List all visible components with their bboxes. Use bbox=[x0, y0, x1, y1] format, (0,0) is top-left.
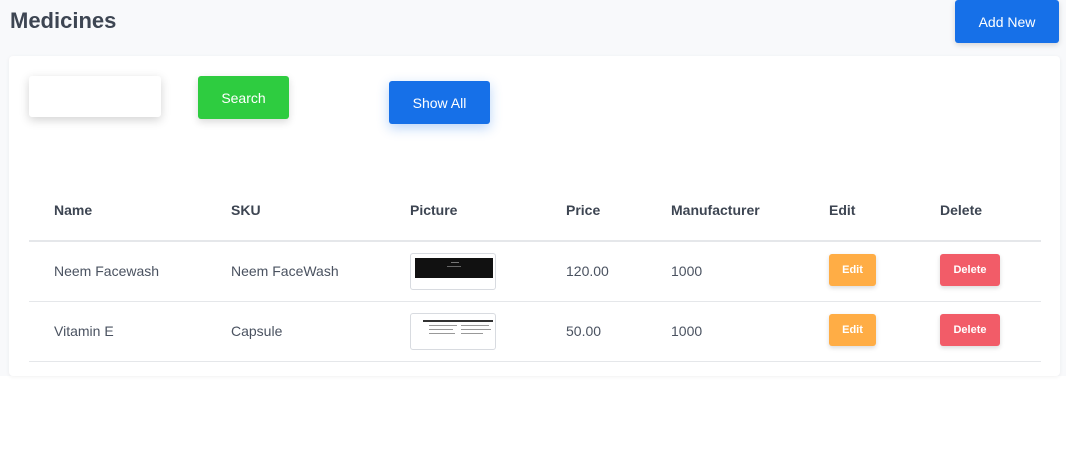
edit-button[interactable]: Edit bbox=[829, 314, 876, 346]
column-header-delete: Delete bbox=[940, 202, 983, 218]
cell-name: Vitamin E bbox=[54, 323, 114, 339]
cell-sku: Neem FaceWash bbox=[231, 263, 339, 279]
page-title: Medicines bbox=[10, 8, 117, 33]
column-header-price: Price bbox=[566, 202, 601, 218]
table-row: Vitamin E Capsule 50.00 1000 Edit Delete bbox=[29, 302, 1041, 362]
column-header-edit: Edit bbox=[829, 202, 856, 218]
delete-button[interactable]: Delete bbox=[940, 254, 1000, 286]
edit-button[interactable]: Edit bbox=[829, 254, 876, 286]
delete-button[interactable]: Delete bbox=[940, 314, 1000, 346]
medicines-card: Search Show All Name SKU Picture Price M… bbox=[9, 56, 1060, 376]
product-thumbnail[interactable] bbox=[410, 253, 496, 290]
cell-manufacturer: 1000 bbox=[671, 323, 703, 339]
column-header-name: Name bbox=[54, 202, 93, 218]
cell-name: Neem Facewash bbox=[54, 263, 160, 279]
search-button[interactable]: Search bbox=[198, 76, 289, 119]
table-header: Name SKU Picture Price Manufacturer Edit… bbox=[29, 186, 1041, 242]
column-header-sku: SKU bbox=[231, 202, 261, 218]
column-header-picture: Picture bbox=[410, 202, 458, 218]
cell-price: 50.00 bbox=[566, 323, 602, 339]
cell-sku: Capsule bbox=[231, 323, 283, 339]
column-header-manufacturer: Manufacturer bbox=[671, 202, 760, 218]
add-new-button[interactable]: Add New bbox=[955, 0, 1059, 43]
cell-manufacturer: 1000 bbox=[671, 263, 703, 279]
cell-price: 120.00 bbox=[566, 263, 609, 279]
search-input[interactable] bbox=[29, 76, 161, 117]
show-all-button[interactable]: Show All bbox=[389, 81, 490, 124]
table-row: Neem Facewash Neem FaceWash 120.00 1000 … bbox=[29, 242, 1041, 302]
product-thumbnail[interactable] bbox=[410, 313, 496, 350]
medicines-table: Name SKU Picture Price Manufacturer Edit… bbox=[29, 186, 1041, 362]
